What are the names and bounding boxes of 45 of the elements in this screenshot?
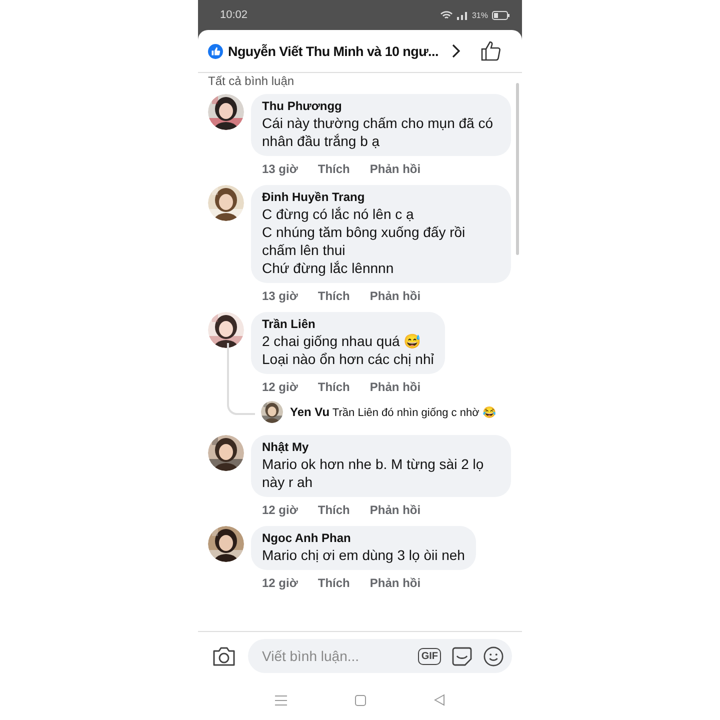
gif-button[interactable]: GIF	[418, 648, 441, 664]
sticker-icon[interactable]	[451, 645, 473, 667]
reply-link[interactable]: Phản hồi	[370, 576, 421, 590]
chevron-right-icon[interactable]	[451, 43, 462, 59]
section-label: Tất cả bình luận	[208, 74, 296, 88]
wifi-icon	[440, 10, 453, 20]
reply-link[interactable]: Phản hồi	[370, 162, 421, 176]
comment-text: Cái này thường chấm cho mụn đã có nhân đầu trắng b ạ	[262, 114, 494, 150]
clock: 10:02	[220, 9, 248, 21]
comment-text: Mario chị ơi em dùng 3 lọ òii neh	[262, 546, 465, 564]
back-icon[interactable]	[434, 694, 445, 706]
reply-preview[interactable]: Yen Vu Trần Liên đó nhìn giống c nhờ 😂	[290, 405, 496, 419]
reply-link[interactable]: Phản hồi	[370, 380, 421, 394]
comment-time: 12 giờ	[262, 576, 298, 590]
comment-text: C đừng có lắc nó lên c ạ C nhúng tăm bông xuống đấy rồi chấm lên thui Chứ đừng lắc lênnnn	[262, 205, 466, 277]
emoji-icon[interactable]	[483, 646, 504, 666]
signal-icon	[456, 10, 468, 20]
comment-time: 13 giờ	[262, 162, 298, 176]
commenter-name[interactable]: Ngoc Anh Phan	[262, 531, 465, 545]
battery-percent: 31%	[472, 10, 488, 20]
comment-input[interactable]: Viết bình luận... GIF	[248, 639, 512, 673]
reply-link[interactable]: Phản hồi	[370, 503, 421, 517]
comment-time: 13 giờ	[262, 289, 298, 303]
commenter-name[interactable]: Đinh Huyền Trang	[262, 190, 500, 204]
thumbs-up-icon[interactable]	[480, 40, 502, 62]
thread-line	[227, 343, 255, 415]
like-icon	[208, 44, 223, 58]
reply-link[interactable]: Phản hồi	[370, 289, 421, 303]
reactions-title[interactable]: Nguyễn Viết Thu Minh và 10 ngư...	[228, 44, 438, 58]
like-link[interactable]: Thích	[318, 162, 350, 176]
comment-time: 12 giờ	[262, 380, 298, 394]
battery-icon	[492, 10, 510, 20]
comment-text: Mario ok hơn nhe b. M từng sài 2 lọ này r ah	[262, 455, 485, 491]
like-link[interactable]: Thích	[318, 503, 350, 517]
like-link[interactable]: Thích	[318, 289, 350, 303]
comment-text: 2 chai giống nhau quá 😅 Loại nào ổn hơn các chị nhỉ	[262, 332, 434, 368]
commenter-name[interactable]: Nhật My	[262, 440, 500, 454]
commenter-name[interactable]: Trần Liên	[262, 317, 434, 331]
camera-icon[interactable]	[212, 645, 236, 667]
comment-time: 12 giờ	[262, 503, 298, 517]
like-link[interactable]: Thích	[318, 380, 350, 394]
like-link[interactable]: Thích	[318, 576, 350, 590]
menu-icon[interactable]	[275, 694, 287, 706]
home-icon[interactable]	[355, 694, 366, 706]
commenter-name[interactable]: Thu Phươngg	[262, 99, 500, 113]
